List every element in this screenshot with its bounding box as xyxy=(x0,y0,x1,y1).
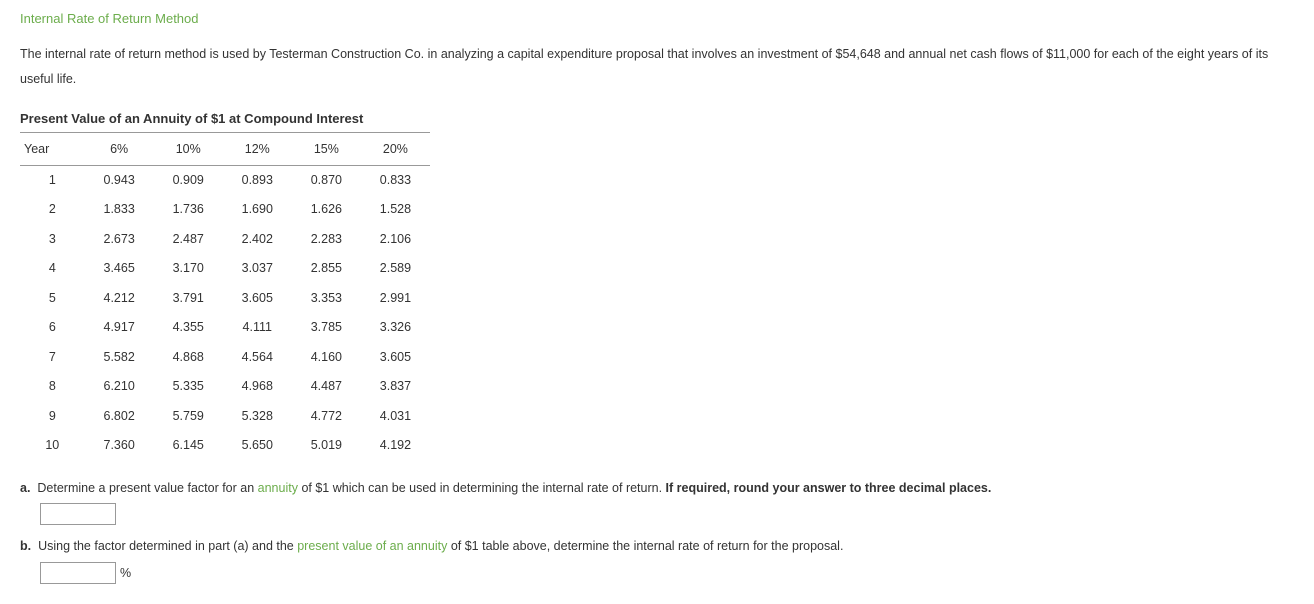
table-cell: 4.487 xyxy=(292,372,361,402)
table-cell: 5 xyxy=(20,284,85,314)
table-cell: 2.673 xyxy=(85,225,154,255)
table-cell: 4.212 xyxy=(85,284,154,314)
answer-a-input[interactable] xyxy=(40,503,116,525)
table-cell: 4.868 xyxy=(154,343,223,373)
table-cell: 7.360 xyxy=(85,431,154,461)
table-cell: 4.355 xyxy=(154,313,223,343)
table-cell: 5.019 xyxy=(292,431,361,461)
table-cell: 5.650 xyxy=(223,431,292,461)
table-cell: 4.160 xyxy=(292,343,361,373)
table-cell: 4.917 xyxy=(85,313,154,343)
table-cell: 3.353 xyxy=(292,284,361,314)
table-row: 43.4653.1703.0372.8552.589 xyxy=(20,254,430,284)
table-cell: 4.111 xyxy=(223,313,292,343)
question-a-label: a. xyxy=(20,481,30,495)
question-b-text-after: of $1 table above, determine the interna… xyxy=(447,539,843,553)
table-cell: 2.402 xyxy=(223,225,292,255)
table-cell: 3.791 xyxy=(154,284,223,314)
table-header-cell: 15% xyxy=(292,135,361,165)
annuity-link[interactable]: annuity xyxy=(258,481,298,495)
table-cell: 4 xyxy=(20,254,85,284)
pv-annuity-link[interactable]: present value of an annuity xyxy=(297,539,447,553)
answer-b-input[interactable] xyxy=(40,562,116,584)
table-row: 96.8025.7595.3284.7724.031 xyxy=(20,402,430,432)
table-cell: 8 xyxy=(20,372,85,402)
table-cell: 5.759 xyxy=(154,402,223,432)
section-title: Internal Rate of Return Method xyxy=(20,10,1294,28)
table-cell: 3.837 xyxy=(361,372,430,402)
table-cell: 0.943 xyxy=(85,165,154,195)
table-cell: 3 xyxy=(20,225,85,255)
table-cell: 3.605 xyxy=(361,343,430,373)
percent-unit: % xyxy=(120,562,131,585)
table-cell: 3.465 xyxy=(85,254,154,284)
table-cell: 3.037 xyxy=(223,254,292,284)
table-cell: 0.870 xyxy=(292,165,361,195)
table-header-cell: 10% xyxy=(154,135,223,165)
table-cell: 6.210 xyxy=(85,372,154,402)
table-cell: 4.564 xyxy=(223,343,292,373)
table-cell: 1.690 xyxy=(223,195,292,225)
table-cell: 1.528 xyxy=(361,195,430,225)
table-row: 54.2123.7913.6053.3532.991 xyxy=(20,284,430,314)
table-header-cell: 20% xyxy=(361,135,430,165)
table-row: 107.3606.1455.6505.0194.192 xyxy=(20,431,430,461)
question-a-text-after: of $1 which can be used in determining t… xyxy=(298,481,666,495)
table-header-cell: Year xyxy=(20,135,85,165)
question-b-text-before: Using the factor determined in part (a) … xyxy=(38,539,297,553)
table-cell: 6.145 xyxy=(154,431,223,461)
table-row: 64.9174.3554.1113.7853.326 xyxy=(20,313,430,343)
table-cell: 2.283 xyxy=(292,225,361,255)
table-header-cell: 12% xyxy=(223,135,292,165)
table-cell: 9 xyxy=(20,402,85,432)
table-cell: 2.855 xyxy=(292,254,361,284)
table-cell: 0.893 xyxy=(223,165,292,195)
table-cell: 3.785 xyxy=(292,313,361,343)
table-cell: 10 xyxy=(20,431,85,461)
table-cell: 1.626 xyxy=(292,195,361,225)
question-a: a. Determine a present value factor for … xyxy=(20,477,1294,526)
question-a-bold: If required, round your answer to three … xyxy=(666,481,992,495)
table-cell: 6 xyxy=(20,313,85,343)
table-row: 21.8331.7361.6901.6261.528 xyxy=(20,195,430,225)
table-cell: 6.802 xyxy=(85,402,154,432)
table-cell: 3.170 xyxy=(154,254,223,284)
table-row: 32.6732.4872.4022.2832.106 xyxy=(20,225,430,255)
table-row: 86.2105.3354.9684.4873.837 xyxy=(20,372,430,402)
question-a-text-before: Determine a present value factor for an xyxy=(37,481,257,495)
table-cell: 4.192 xyxy=(361,431,430,461)
table-cell: 3.605 xyxy=(223,284,292,314)
table-cell: 5.335 xyxy=(154,372,223,402)
annuity-table: Year6%10%12%15%20% 10.9430.9090.8930.870… xyxy=(20,135,430,461)
table-row: 75.5824.8684.5644.1603.605 xyxy=(20,343,430,373)
table-cell: 2.589 xyxy=(361,254,430,284)
question-b: b. Using the factor determined in part (… xyxy=(20,535,1294,584)
question-b-label: b. xyxy=(20,539,31,553)
table-cell: 4.772 xyxy=(292,402,361,432)
table-row: 10.9430.9090.8930.8700.833 xyxy=(20,165,430,195)
table-title: Present Value of an Annuity of $1 at Com… xyxy=(20,110,430,133)
table-cell: 3.326 xyxy=(361,313,430,343)
table-cell: 2.991 xyxy=(361,284,430,314)
table-cell: 1 xyxy=(20,165,85,195)
problem-description: The internal rate of return method is us… xyxy=(20,42,1294,92)
table-cell: 4.968 xyxy=(223,372,292,402)
table-cell: 0.909 xyxy=(154,165,223,195)
table-cell: 2 xyxy=(20,195,85,225)
table-cell: 1.833 xyxy=(85,195,154,225)
table-cell: 5.328 xyxy=(223,402,292,432)
table-cell: 5.582 xyxy=(85,343,154,373)
table-cell: 1.736 xyxy=(154,195,223,225)
table-header-cell: 6% xyxy=(85,135,154,165)
table-cell: 2.106 xyxy=(361,225,430,255)
table-cell: 7 xyxy=(20,343,85,373)
table-cell: 4.031 xyxy=(361,402,430,432)
table-cell: 2.487 xyxy=(154,225,223,255)
table-cell: 0.833 xyxy=(361,165,430,195)
